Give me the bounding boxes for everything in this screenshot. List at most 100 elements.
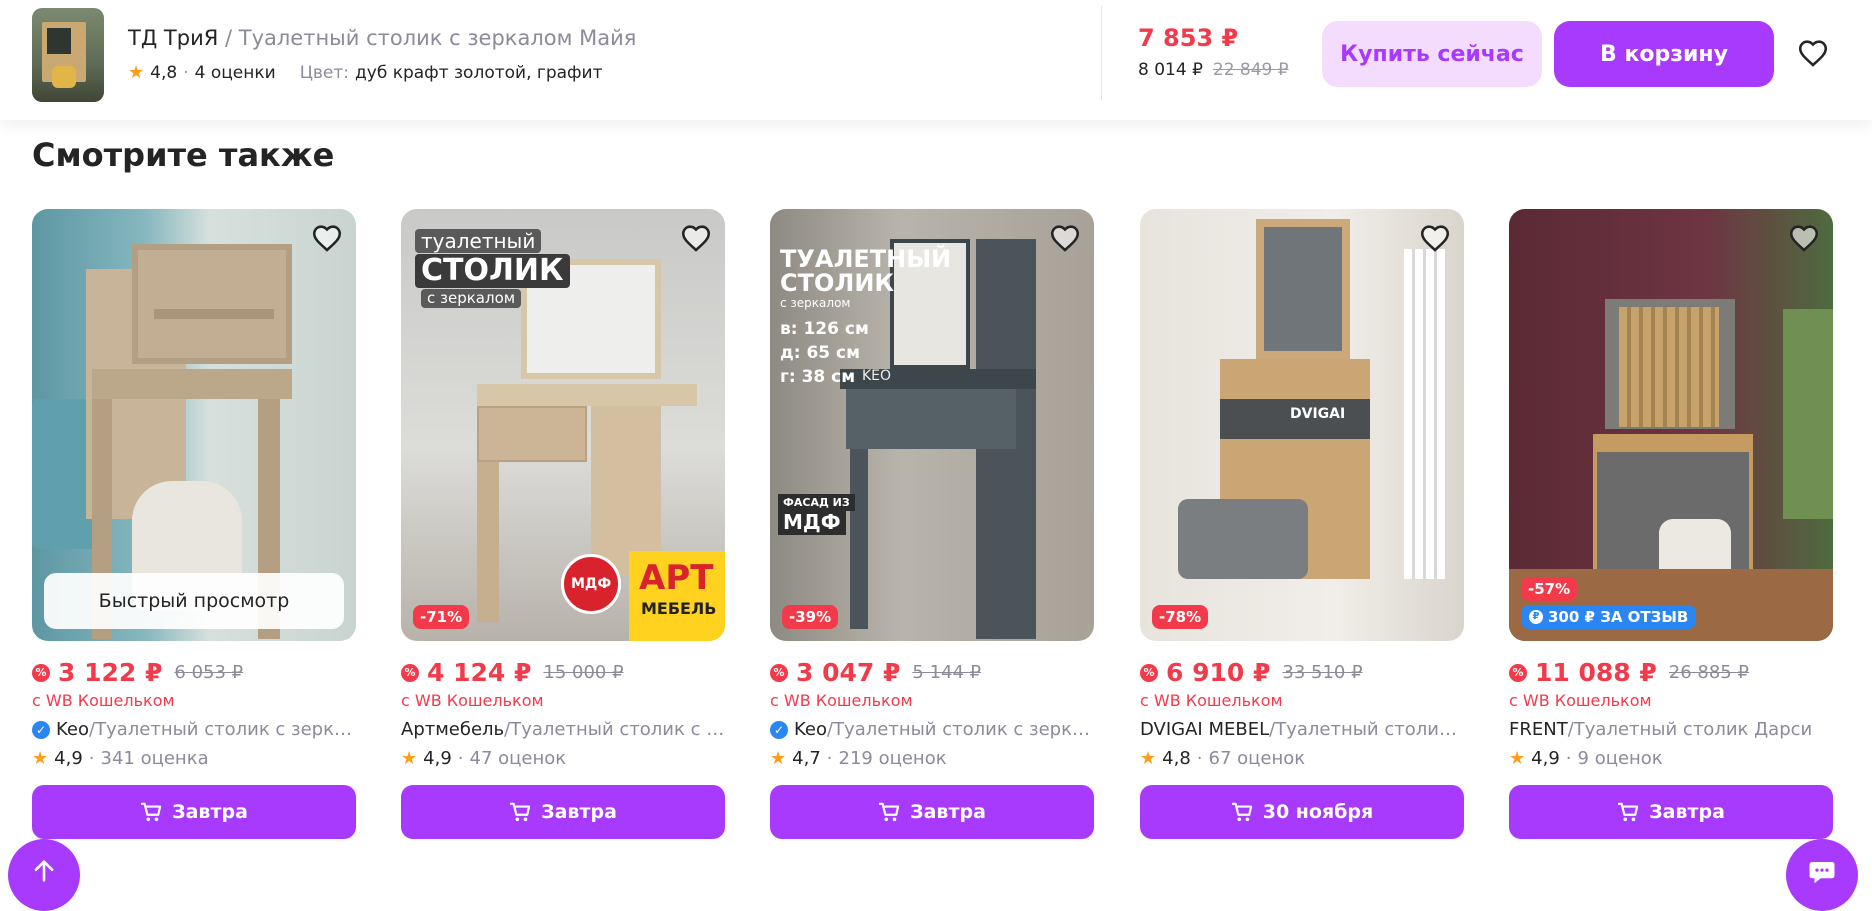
product-card[interactable]: Быстрый просмотр 3 122 ₽ 6 053 ₽ с WB Ко… <box>32 209 356 839</box>
favorite-heart-icon[interactable] <box>1796 36 1830 70</box>
add-to-cart-button[interactable]: Завтра <box>32 785 356 839</box>
add-to-cart-button[interactable]: Завтра <box>1509 785 1833 839</box>
product-card[interactable]: туалетный СТОЛИК с зеркалом МДФ АРТ МЕБЕ… <box>401 209 725 839</box>
reviews-count: 67 оценок <box>1208 748 1306 769</box>
discount-badge: -78% <box>1152 605 1209 629</box>
header-price-sub: 8 014 ₽ 22 849 ₽ <box>1138 60 1289 80</box>
product-image[interactable]: DVIGAI -78% <box>1140 209 1464 641</box>
delivery-label: 30 ноября <box>1262 801 1374 823</box>
image-badge: МДФ <box>778 509 846 535</box>
delivery-label: Завтра <box>910 801 986 823</box>
image-badge: МДФ <box>571 576 612 592</box>
add-to-cart-button[interactable]: 30 ноября <box>1140 785 1464 839</box>
cart-icon <box>510 802 531 822</box>
discount-badge: -39% <box>782 605 839 629</box>
cart-icon <box>879 802 900 822</box>
favorite-heart-icon[interactable] <box>679 221 713 255</box>
favorite-heart-icon[interactable] <box>1048 221 1082 255</box>
rating-value: 4,9 <box>423 748 452 769</box>
price-now: 4 124 ₽ <box>427 658 532 687</box>
brand-name: Keo <box>56 719 89 740</box>
image-dimension: г: 38 см <box>780 367 856 387</box>
product-name-line[interactable]: Артмебель / Туалетный столик с зеркалом <box>401 719 725 740</box>
price-now: 6 910 ₽ <box>1166 658 1271 687</box>
star-icon: ★ <box>1140 748 1157 769</box>
rating-value: 4,7 <box>792 748 821 769</box>
product-card[interactable]: ТУАЛЕТНЫЙ СТОЛИК с зеркалом в: 126 см д:… <box>770 209 1094 839</box>
reviews-count[interactable]: 4 оценки <box>195 63 276 83</box>
reviews-count: 341 оценка <box>100 748 209 769</box>
verified-seller-icon <box>770 720 788 739</box>
discount-badge: -57% <box>1521 577 1578 601</box>
rating-dot: · <box>88 748 95 769</box>
image-text: СТОЛИК <box>415 254 570 288</box>
product-image[interactable]: туалетный СТОЛИК с зеркалом МДФ АРТ МЕБЕ… <box>401 209 725 641</box>
brand-name[interactable]: ТД ТриЯ <box>128 26 218 50</box>
favorite-heart-icon[interactable] <box>1787 221 1821 255</box>
image-dimension: в: 126 см <box>780 319 869 339</box>
scroll-to-top-button[interactable] <box>8 839 80 911</box>
favorite-heart-icon[interactable] <box>1418 221 1452 255</box>
price-line: 4 124 ₽ 15 000 ₽ <box>401 658 725 687</box>
price-line: 11 088 ₽ 26 885 ₽ <box>1509 658 1833 687</box>
quick-view-button[interactable]: Быстрый просмотр <box>44 573 344 629</box>
product-name-line[interactable]: Keo / Туалетный столик с зеркалом <box>770 719 1094 740</box>
verified-seller-icon <box>32 720 50 739</box>
product-name: Туалетный столик с зеркалом <box>833 719 1094 740</box>
add-to-cart-button[interactable]: В корзину <box>1554 21 1774 87</box>
product-name: Туалетный столик с зеркалом <box>95 719 356 740</box>
wb-wallet-discount-icon <box>401 663 419 682</box>
product-name-line[interactable]: FRENT / Туалетный столик Дарси <box>1509 719 1833 740</box>
product-card[interactable]: DVIGAI -78% 6 910 ₽ 33 510 ₽ с WB Кошель… <box>1140 209 1464 839</box>
star-icon: ★ <box>32 748 49 769</box>
product-name-line[interactable]: DVIGAI MEBEL / Туалетный столик с зеркал… <box>1140 719 1464 740</box>
product-name: Туалетный столик с зеркалом <box>1275 719 1464 740</box>
header-price-now: 7 853 ₽ <box>1138 24 1239 52</box>
product-meta: ★ 4,8 · 4 оценки Цвет: дуб крафт золотой… <box>128 62 603 83</box>
wb-wallet-discount-icon <box>770 663 788 682</box>
price-old: 26 885 ₽ <box>1668 662 1749 683</box>
wb-wallet-discount-icon <box>32 663 50 682</box>
rating-line: ★ 4,9 · 341 оценка <box>32 748 356 769</box>
buy-now-button[interactable]: Купить сейчас <box>1322 21 1542 87</box>
header-price-old: 22 849 ₽ <box>1212 60 1289 80</box>
product-thumbnail[interactable] <box>32 8 104 102</box>
price-line: 3 047 ₽ 5 144 ₽ <box>770 658 1094 687</box>
wallet-note: с WB Кошельком <box>1140 691 1283 710</box>
product-card[interactable]: -57% ₽ 300 ₽ ЗА ОТЗЫВ 11 088 ₽ 26 885 ₽ … <box>1509 209 1833 839</box>
product-title: ТД ТриЯ / Туалетный столик с зеркалом Ма… <box>128 26 636 50</box>
star-icon: ★ <box>128 62 145 83</box>
chat-button[interactable] <box>1786 839 1858 911</box>
title-separator: / <box>218 26 239 50</box>
image-text: туалетный <box>415 229 542 253</box>
add-to-cart-button[interactable]: Завтра <box>401 785 725 839</box>
rating-value: 4,8 <box>150 62 178 83</box>
rating-line: ★ 4,8 · 67 оценок <box>1140 748 1464 769</box>
cart-icon <box>1231 802 1252 822</box>
product-image[interactable]: Быстрый просмотр <box>32 209 356 641</box>
rating-value: 4,9 <box>1531 748 1560 769</box>
arrow-up-icon <box>34 860 54 882</box>
image-text: ТУАЛЕТНЫЙ <box>780 245 952 273</box>
product-image[interactable]: ТУАЛЕТНЫЙ СТОЛИК с зеркалом в: 126 см д:… <box>770 209 1094 641</box>
product-image[interactable]: -57% ₽ 300 ₽ ЗА ОТЗЫВ <box>1509 209 1833 641</box>
reviews-count: 9 оценок <box>1577 748 1663 769</box>
cart-icon <box>141 802 162 822</box>
price-line: 6 910 ₽ 33 510 ₽ <box>1140 658 1464 687</box>
wallet-note: с WB Кошельком <box>770 691 913 710</box>
image-text: с зеркалом <box>780 296 851 310</box>
product-name-line[interactable]: Keo / Туалетный столик с зеркалом <box>32 719 356 740</box>
star-icon: ★ <box>770 748 787 769</box>
add-to-cart-button[interactable]: Завтра <box>770 785 1094 839</box>
delivery-label: Завтра <box>541 801 617 823</box>
wb-wallet-discount-icon <box>1509 663 1527 682</box>
image-badge: АРТ <box>639 558 714 598</box>
image-brand: KEO <box>862 368 892 384</box>
brand-name: Keo <box>794 719 827 740</box>
rating-line: ★ 4,9 · 9 оценок <box>1509 748 1833 769</box>
price-old: 5 144 ₽ <box>912 662 982 683</box>
reviews-count: 47 оценок <box>469 748 567 769</box>
favorite-heart-icon[interactable] <box>310 221 344 255</box>
price-now: 3 122 ₽ <box>58 658 163 687</box>
image-dimension: д: 65 см <box>780 343 860 363</box>
